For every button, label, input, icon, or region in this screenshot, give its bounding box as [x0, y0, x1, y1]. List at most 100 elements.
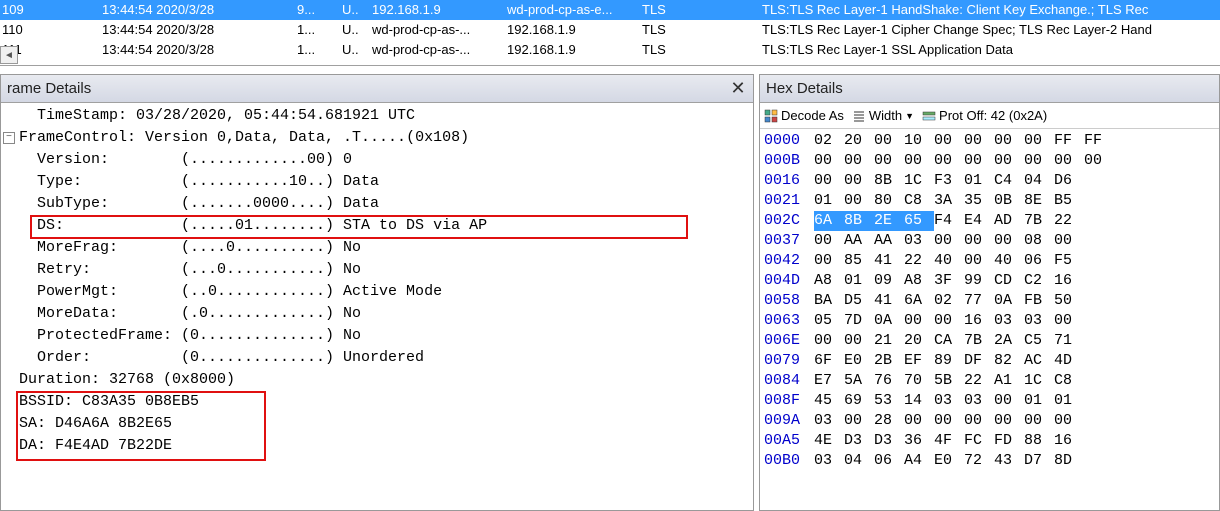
hex-byte[interactable]: 03: [814, 451, 844, 471]
hex-byte[interactable]: 21: [874, 331, 904, 351]
hex-row[interactable]: 006E00002120CA7B2AC571: [764, 331, 1219, 351]
hex-byte[interactable]: D7: [1024, 451, 1054, 471]
hex-byte[interactable]: 00: [814, 231, 844, 251]
hex-byte[interactable]: 6A: [904, 291, 934, 311]
packet-row[interactable]: 11013:44:54 2020/3/281...U..wd-prod-cp-a…: [0, 20, 1220, 40]
hex-row[interactable]: 008F456953140303000101: [764, 391, 1219, 411]
tree-order[interactable]: Order: (0..............) Unordered: [3, 347, 753, 369]
hex-byte[interactable]: FD: [994, 431, 1024, 451]
hex-byte[interactable]: FC: [964, 431, 994, 451]
hex-byte[interactable]: 20: [904, 331, 934, 351]
hex-byte[interactable]: 04: [844, 451, 874, 471]
hex-byte[interactable]: 89: [934, 351, 964, 371]
hex-byte[interactable]: 00: [814, 171, 844, 191]
hex-byte[interactable]: 01: [964, 171, 994, 191]
hex-byte[interactable]: 10: [904, 131, 934, 151]
hex-byte[interactable]: 14: [904, 391, 934, 411]
hex-byte[interactable]: AA: [874, 231, 904, 251]
hex-byte[interactable]: C8: [904, 191, 934, 211]
hex-byte[interactable]: 43: [994, 451, 1024, 471]
hex-byte[interactable]: 53: [874, 391, 904, 411]
hex-byte[interactable]: 40: [994, 251, 1024, 271]
hex-byte[interactable]: 36: [904, 431, 934, 451]
hex-byte[interactable]: D3: [844, 431, 874, 451]
hex-byte[interactable]: 00: [874, 131, 904, 151]
tree-powermgt[interactable]: PowerMgt: (..0............) Active Mode: [3, 281, 753, 303]
hex-byte[interactable]: E0: [844, 351, 874, 371]
hex-byte[interactable]: 00: [1024, 411, 1054, 431]
tree-subtype[interactable]: SubType: (.......0000....) Data: [3, 193, 753, 215]
hex-byte[interactable]: 16: [964, 311, 994, 331]
tree-sa[interactable]: SA: D46A6A 8B2E65: [3, 413, 753, 435]
hex-byte[interactable]: EF: [904, 351, 934, 371]
hex-dump[interactable]: 00000220001000000000FFFF000B000000000000…: [760, 129, 1219, 471]
hex-byte[interactable]: 00: [1054, 231, 1084, 251]
hex-byte[interactable]: D5: [844, 291, 874, 311]
hex-row[interactable]: 003700AAAA030000000800: [764, 231, 1219, 251]
hex-row[interactable]: 00000220001000000000FFFF: [764, 131, 1219, 151]
hex-byte[interactable]: 00: [844, 171, 874, 191]
hex-row[interactable]: 0084E75A76705B22A11CC8: [764, 371, 1219, 391]
hex-byte[interactable]: 00: [904, 411, 934, 431]
hex-byte[interactable]: DF: [964, 351, 994, 371]
hex-byte[interactable]: 5A: [844, 371, 874, 391]
hex-byte[interactable]: E7: [814, 371, 844, 391]
hex-byte[interactable]: 00: [964, 411, 994, 431]
tree-version[interactable]: Version: (.............00) 0: [3, 149, 753, 171]
hex-byte[interactable]: C4: [994, 171, 1024, 191]
hex-row[interactable]: 009A030028000000000000: [764, 411, 1219, 431]
hex-byte[interactable]: 1C: [904, 171, 934, 191]
hex-byte[interactable]: 35: [964, 191, 994, 211]
hex-byte[interactable]: BA: [814, 291, 844, 311]
hex-byte[interactable]: 4F: [934, 431, 964, 451]
hex-byte[interactable]: 7B: [1024, 211, 1054, 231]
hex-byte[interactable]: 16: [1054, 271, 1084, 291]
hex-byte[interactable]: D6: [1054, 171, 1084, 191]
hex-byte[interactable]: CD: [994, 271, 1024, 291]
tree-type[interactable]: Type: (...........10..) Data: [3, 171, 753, 193]
hex-byte[interactable]: 5B: [934, 371, 964, 391]
hex-byte[interactable]: 45: [814, 391, 844, 411]
hex-byte[interactable]: 00: [904, 311, 934, 331]
hex-byte[interactable]: 6A: [814, 211, 844, 231]
hex-byte[interactable]: 05: [814, 311, 844, 331]
hex-byte[interactable]: 06: [874, 451, 904, 471]
hex-byte[interactable]: 02: [934, 291, 964, 311]
tree-morefrag[interactable]: MoreFrag: (....0..........) No: [3, 237, 753, 259]
hex-byte[interactable]: 00: [1024, 151, 1054, 171]
hex-byte[interactable]: 03: [1024, 311, 1054, 331]
tree-toggle[interactable]: −: [3, 132, 15, 144]
hex-row[interactable]: 00796FE02BEF89DF82AC4D: [764, 351, 1219, 371]
hex-byte[interactable]: 2E: [874, 211, 904, 231]
hex-row[interactable]: 0063057D0A000016030300: [764, 311, 1219, 331]
hex-byte[interactable]: 76: [874, 371, 904, 391]
hex-byte[interactable]: 00: [994, 391, 1024, 411]
hex-byte[interactable]: 03: [934, 391, 964, 411]
hex-byte[interactable]: 8E: [1024, 191, 1054, 211]
hex-byte[interactable]: 00: [934, 151, 964, 171]
hex-byte[interactable]: C2: [1024, 271, 1054, 291]
close-icon[interactable]: ✕: [727, 77, 749, 99]
hex-byte[interactable]: D3: [874, 431, 904, 451]
hex-byte[interactable]: 09: [874, 271, 904, 291]
hex-byte[interactable]: 7D: [844, 311, 874, 331]
hex-byte[interactable]: 6F: [814, 351, 844, 371]
hex-byte[interactable]: 00: [994, 131, 1024, 151]
hex-byte[interactable]: 16: [1054, 431, 1084, 451]
hex-byte[interactable]: AA: [844, 231, 874, 251]
hex-byte[interactable]: 3F: [934, 271, 964, 291]
hex-byte[interactable]: 03: [814, 411, 844, 431]
hex-byte[interactable]: 82: [994, 351, 1024, 371]
scroll-left-button[interactable]: ◄: [0, 46, 18, 64]
hex-byte[interactable]: 00: [964, 231, 994, 251]
hex-byte[interactable]: 0B: [994, 191, 1024, 211]
hex-byte[interactable]: 01: [1024, 391, 1054, 411]
tree-bssid[interactable]: BSSID: C83A35 0B8EB5: [3, 391, 753, 413]
packet-grid[interactable]: 10913:44:54 2020/3/289...U..192.168.1.9w…: [0, 0, 1220, 66]
hex-byte[interactable]: 7B: [964, 331, 994, 351]
hex-byte[interactable]: 00: [934, 131, 964, 151]
hex-byte[interactable]: 01: [814, 191, 844, 211]
tree-duration[interactable]: Duration: 32768 (0x8000): [3, 369, 753, 391]
hex-byte[interactable]: 85: [844, 251, 874, 271]
hex-byte[interactable]: 00: [994, 231, 1024, 251]
